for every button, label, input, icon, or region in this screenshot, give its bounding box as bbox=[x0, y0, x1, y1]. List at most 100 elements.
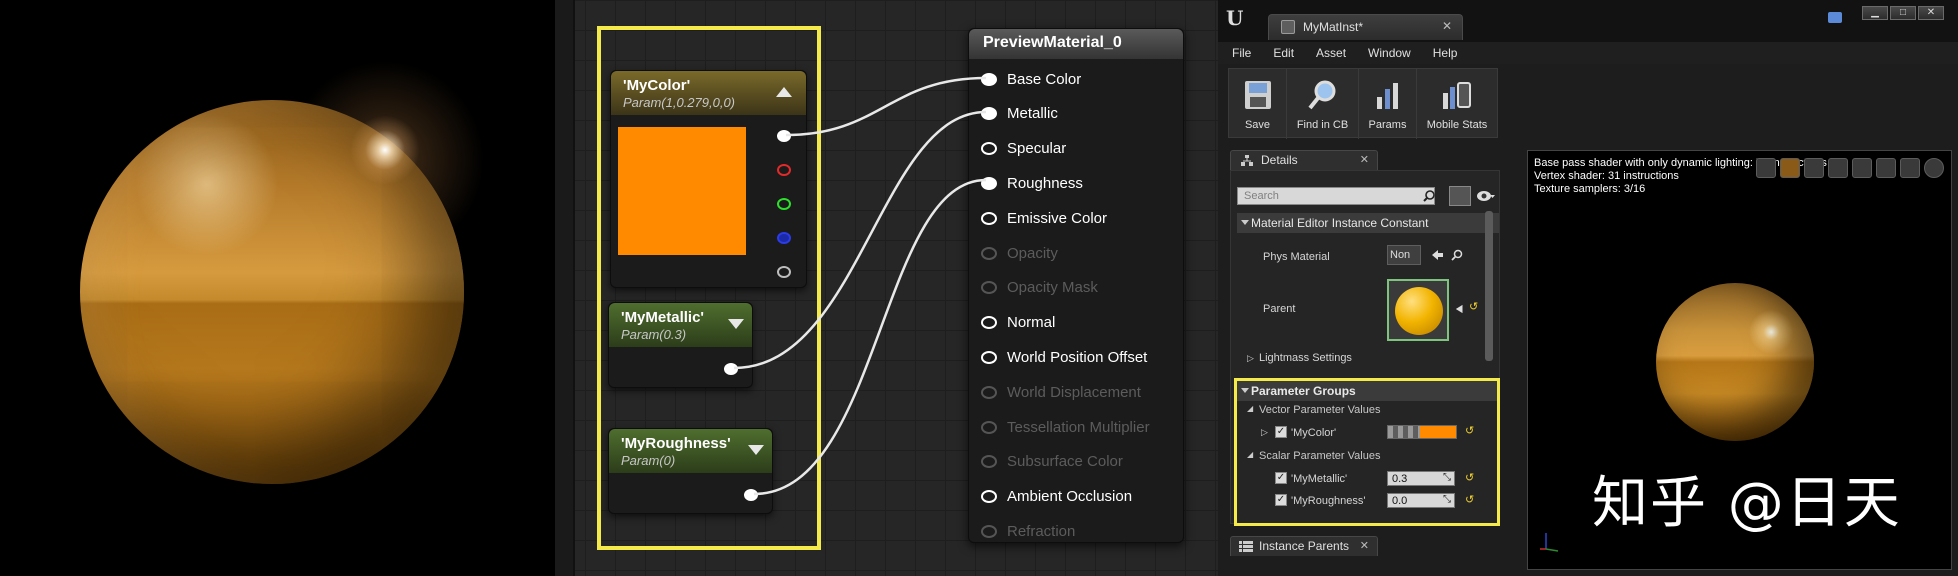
collapse-icon[interactable] bbox=[728, 319, 744, 329]
minimize-button[interactable]: ▁ bbox=[1862, 6, 1888, 20]
input-label: Normal bbox=[1007, 314, 1056, 332]
node-preview-material[interactable]: PreviewMaterial_0 Base Color Metallic Spec… bbox=[968, 28, 1184, 543]
node-myroughness[interactable]: 'MyRoughness' Param(0) bbox=[608, 428, 773, 514]
pin-b[interactable] bbox=[777, 232, 791, 244]
input-world-position-offset[interactable]: World Position Offset bbox=[981, 347, 1147, 367]
collapse-icon[interactable] bbox=[748, 445, 764, 455]
section-instance-constant-label: Material Editor Instance Constant bbox=[1251, 216, 1429, 230]
pin-output[interactable] bbox=[744, 489, 758, 501]
chat-icon[interactable] bbox=[1828, 12, 1842, 23]
menu-file[interactable]: File bbox=[1232, 42, 1251, 64]
input-emissive-color[interactable]: Emissive Color bbox=[981, 208, 1107, 228]
input-world-displacement[interactable]: World Displacement bbox=[981, 382, 1141, 402]
toggle-grid-button[interactable] bbox=[1900, 158, 1920, 178]
input-label: Roughness bbox=[1007, 174, 1083, 192]
pin-rgb[interactable] bbox=[777, 130, 791, 142]
viewport-sphere bbox=[1656, 283, 1814, 441]
browse-search-icon[interactable] bbox=[1451, 249, 1463, 261]
input-opacity-mask[interactable]: Opacity Mask bbox=[981, 278, 1098, 298]
menu-window[interactable]: Window bbox=[1368, 42, 1411, 64]
phys-material-dropdown[interactable]: Non bbox=[1387, 245, 1421, 265]
input-pin-icon[interactable] bbox=[981, 246, 997, 260]
preview-sphere-button[interactable] bbox=[1804, 158, 1824, 178]
section-instance-constant[interactable]: Material Editor Instance Constant bbox=[1237, 213, 1499, 233]
input-pin-icon[interactable] bbox=[981, 455, 997, 469]
use-selected-arrow-icon[interactable] bbox=[1455, 304, 1465, 314]
preview-cylinder-button[interactable] bbox=[1780, 158, 1800, 178]
details-tab[interactable]: Details ✕ bbox=[1230, 150, 1378, 170]
maximize-button[interactable]: □ bbox=[1890, 6, 1916, 20]
find-in-cb-button[interactable]: Find in CB bbox=[1287, 69, 1359, 139]
input-pin-icon[interactable] bbox=[981, 211, 997, 225]
input-pin-icon[interactable] bbox=[981, 72, 997, 86]
input-pin-icon[interactable] bbox=[981, 385, 997, 399]
input-pin-icon[interactable] bbox=[981, 490, 997, 504]
input-label: Opacity Mask bbox=[1007, 279, 1098, 297]
viewport-menu-button[interactable] bbox=[1756, 158, 1776, 178]
menu-asset[interactable]: Asset bbox=[1316, 42, 1346, 64]
lightmass-settings-label[interactable]: Lightmass Settings bbox=[1259, 352, 1352, 364]
input-pin-icon[interactable] bbox=[981, 107, 997, 121]
input-tessellation-multiplier[interactable]: Tessellation Multiplier bbox=[981, 417, 1150, 437]
node-myroughness-subtitle: Param(0) bbox=[621, 453, 676, 468]
node-mycolor-header[interactable]: 'MyColor' Param(1,0.279,0,0) bbox=[611, 71, 806, 115]
node-myroughness-title: 'MyRoughness' bbox=[621, 435, 731, 452]
details-scrollbar[interactable] bbox=[1485, 211, 1493, 361]
input-pin-icon[interactable] bbox=[981, 316, 997, 330]
mobile-stats-button[interactable]: Mobile Stats bbox=[1417, 69, 1497, 139]
input-metallic[interactable]: Metallic bbox=[981, 104, 1058, 124]
input-pin-icon[interactable] bbox=[981, 176, 997, 190]
parent-thumbnail-sphere bbox=[1395, 287, 1443, 335]
pin-r[interactable] bbox=[777, 164, 791, 176]
realtime-button[interactable] bbox=[1924, 158, 1944, 178]
render-preview-panel bbox=[0, 0, 555, 576]
reset-to-default-icon[interactable]: ↺ bbox=[1469, 300, 1478, 313]
preview-plane-button[interactable] bbox=[1828, 158, 1848, 178]
close-window-button[interactable]: ✕ bbox=[1918, 6, 1944, 20]
menu-bar: File Edit Asset Window Help bbox=[1218, 42, 1958, 64]
preview-mesh-button[interactable] bbox=[1876, 158, 1896, 178]
node-mymetallic[interactable]: 'MyMetallic' Param(0.3) bbox=[608, 302, 753, 388]
pin-output[interactable] bbox=[724, 363, 738, 375]
node-preview-header[interactable]: PreviewMaterial_0 bbox=[969, 29, 1183, 59]
menu-help[interactable]: Help bbox=[1433, 42, 1458, 64]
input-pin-icon[interactable] bbox=[981, 420, 997, 434]
input-pin-icon[interactable] bbox=[981, 524, 997, 538]
input-pin-icon[interactable] bbox=[981, 281, 997, 295]
save-button[interactable]: Save bbox=[1229, 69, 1287, 139]
expand-caret-icon[interactable]: ▷ bbox=[1247, 353, 1254, 364]
instance-parents-tab[interactable]: Instance Parents ✕ bbox=[1230, 536, 1378, 556]
input-specular[interactable]: Specular bbox=[981, 139, 1066, 159]
params-button[interactable]: Params bbox=[1359, 69, 1417, 139]
parent-thumbnail[interactable] bbox=[1387, 279, 1449, 341]
close-tab-icon[interactable]: ✕ bbox=[1360, 153, 1369, 166]
preview-cube-button[interactable] bbox=[1852, 158, 1872, 178]
view-options-icon[interactable] bbox=[1449, 186, 1471, 206]
phys-material-value: Non bbox=[1390, 249, 1411, 261]
close-tab-icon[interactable]: ✕ bbox=[1442, 19, 1452, 33]
close-tab-icon[interactable]: ✕ bbox=[1360, 539, 1369, 552]
input-ambient-occlusion[interactable]: Ambient Occlusion bbox=[981, 487, 1132, 507]
input-roughness[interactable]: Roughness bbox=[981, 173, 1083, 193]
use-selected-arrow-icon[interactable] bbox=[1431, 249, 1443, 261]
pin-g[interactable] bbox=[777, 198, 791, 210]
mobile-stats-icon bbox=[1443, 82, 1471, 109]
menu-edit[interactable]: Edit bbox=[1273, 42, 1294, 64]
input-opacity[interactable]: Opacity bbox=[981, 243, 1058, 263]
input-refraction[interactable]: Refraction bbox=[981, 521, 1075, 541]
node-mymetallic-header[interactable]: 'MyMetallic' Param(0.3) bbox=[609, 303, 752, 347]
eye-icon[interactable] bbox=[1477, 190, 1495, 202]
input-normal[interactable]: Normal bbox=[981, 313, 1055, 333]
input-label: Tessellation Multiplier bbox=[1007, 418, 1150, 436]
input-pin-icon[interactable] bbox=[981, 350, 997, 364]
collapse-icon[interactable] bbox=[776, 87, 792, 97]
document-tab[interactable]: MyMatInst* ✕ bbox=[1268, 14, 1463, 40]
pin-a[interactable] bbox=[777, 266, 791, 278]
search-icon[interactable] bbox=[1423, 190, 1435, 202]
node-myroughness-header[interactable]: 'MyRoughness' Param(0) bbox=[609, 429, 772, 473]
input-subsurface-color[interactable]: Subsurface Color bbox=[981, 452, 1123, 472]
input-pin-icon[interactable] bbox=[981, 142, 997, 156]
input-base-color[interactable]: Base Color bbox=[981, 69, 1081, 89]
search-input[interactable]: Search bbox=[1237, 187, 1435, 205]
node-mycolor[interactable]: 'MyColor' Param(1,0.279,0,0) bbox=[610, 70, 807, 288]
